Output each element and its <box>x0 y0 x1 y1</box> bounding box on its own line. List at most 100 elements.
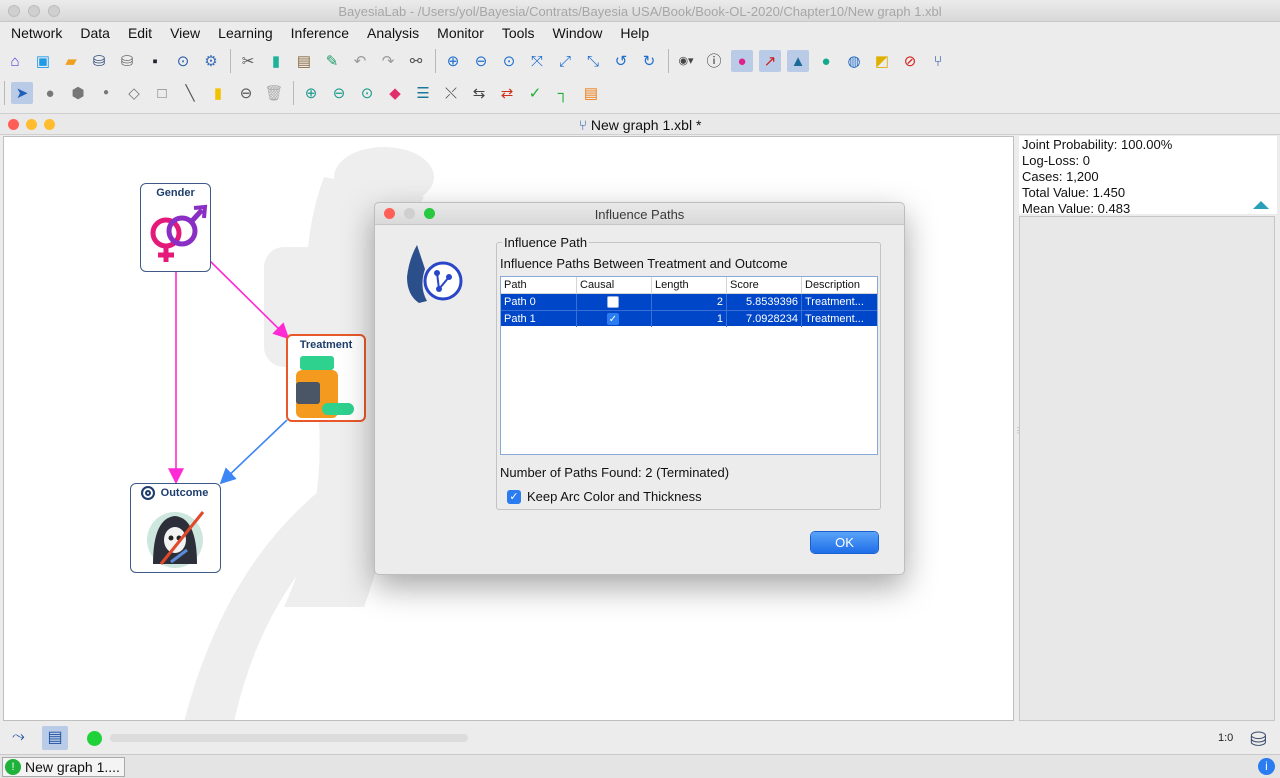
node-style-icon[interactable]: ◉▾ <box>675 50 697 72</box>
format-brush-icon[interactable]: ✎ <box>321 50 343 72</box>
column-header-causal[interactable]: Causal <box>577 277 652 294</box>
binoculars-icon[interactable]: ⚯ <box>405 50 427 72</box>
arc-gender-treatment[interactable] <box>209 260 290 340</box>
arc-icon[interactable]: ↗ <box>759 50 781 72</box>
copy-icon[interactable]: ▮ <box>265 50 287 72</box>
circle-node-icon[interactable]: ● <box>39 82 61 104</box>
keep-arc-color-option[interactable]: ✓ Keep Arc Color and Thickness <box>507 489 702 504</box>
settings-icon[interactable]: ⚙ <box>200 50 222 72</box>
fit-window-icon[interactable]: ⤧ <box>526 50 548 72</box>
report-icon[interactable]: ▤ <box>580 82 602 104</box>
rotate-right-icon[interactable]: ↻ <box>638 50 660 72</box>
image-icon[interactable]: ▲ <box>787 50 809 72</box>
target-icon <box>141 486 155 500</box>
menu-data[interactable]: Data <box>80 22 110 44</box>
redo-icon[interactable]: ↷ <box>377 50 399 72</box>
square-node-icon[interactable]: □ <box>151 82 173 104</box>
toolbar-separator <box>230 49 231 73</box>
graph-frame-titlebar: ⑂ New graph 1.xbl * <box>0 113 1280 135</box>
database-icon[interactable]: ⛁ <box>88 50 110 72</box>
cell-score: 5.8539396 <box>727 294 802 310</box>
arc-treatment-outcome[interactable] <box>219 419 288 485</box>
search-dropdown-icon[interactable]: ⊙ <box>172 50 194 72</box>
expand-icon[interactable]: ⤢ <box>554 50 576 72</box>
globe-icon[interactable]: ◍ <box>843 50 865 72</box>
corner-icon[interactable]: ┐ <box>552 82 574 104</box>
menu-window[interactable]: Window <box>553 22 603 44</box>
save-icon[interactable]: ▪ <box>144 50 166 72</box>
new-network-icon[interactable]: ▣ <box>32 50 54 72</box>
menu-help[interactable]: Help <box>620 22 649 44</box>
table-row[interactable]: Path 0 2 5.8539396 Treatment... <box>501 294 877 310</box>
taskbar-item-new-graph[interactable]: ! New graph 1.... <box>2 757 125 777</box>
menu-learning[interactable]: Learning <box>218 22 273 44</box>
ruler-icon[interactable]: ◩ <box>871 50 893 72</box>
zoom-in-icon[interactable]: ⊕ <box>442 50 464 72</box>
node-treatment[interactable]: Treatment <box>286 334 366 422</box>
note-icon[interactable]: ▮ <box>207 82 229 104</box>
pointer-icon[interactable]: ➤ <box>11 82 33 104</box>
zoom-remove-icon[interactable]: ⊖ <box>328 82 350 104</box>
zoom-select-icon[interactable]: ⊙ <box>356 82 378 104</box>
node-gender[interactable]: Gender <box>140 183 211 272</box>
paste-icon[interactable]: ▤ <box>293 50 315 72</box>
split-handle[interactable]: ⋮ <box>1014 426 1022 435</box>
edit-toolbar: ➤ ● ⬢ ● ◇ □ ╲ ▮ ⊖ 🗑 ⊕ ⊖ ⊙ ◆ ☰ ⤬ ⇆ ⇄ ✓ ┐ … <box>4 77 608 109</box>
info-icon[interactable]: ⓘ <box>703 50 725 72</box>
arc-draw-icon[interactable]: ╲ <box>179 82 201 104</box>
validation-mode-icon[interactable]: ▤ <box>42 726 68 750</box>
zoom-add-icon[interactable]: ⊕ <box>300 82 322 104</box>
home-icon[interactable]: ⌂ <box>4 50 26 72</box>
progress-bar <box>110 734 468 742</box>
column-header-description[interactable]: Description <box>802 277 877 294</box>
menu-view[interactable]: View <box>170 22 200 44</box>
hexagon-node-icon[interactable]: ⬢ <box>67 82 89 104</box>
menu-edit[interactable]: Edit <box>128 22 152 44</box>
collapse-panel-icon[interactable] <box>1253 201 1269 209</box>
graph-icon[interactable]: ⑂ <box>927 50 949 72</box>
toolbar-separator <box>4 81 5 105</box>
cut-icon[interactable]: ✂ <box>237 50 259 72</box>
column-header-score[interactable]: Score <box>727 277 802 294</box>
open-folder-icon[interactable]: ▰ <box>60 50 82 72</box>
menu-analysis[interactable]: Analysis <box>367 22 419 44</box>
column-header-path[interactable]: Path <box>501 277 577 294</box>
causal-checkbox[interactable]: ✓ <box>607 313 619 325</box>
target-node-icon[interactable]: ● <box>731 50 753 72</box>
delete-arc-icon[interactable]: ⤬ <box>440 82 462 104</box>
small-node-icon[interactable]: ● <box>95 82 117 104</box>
column-header-length[interactable]: Length <box>652 277 727 294</box>
zoom-fit-icon[interactable]: ⊙ <box>498 50 520 72</box>
cell-causal <box>577 294 652 310</box>
menu-tools[interactable]: Tools <box>502 22 535 44</box>
undo-icon[interactable]: ↶ <box>349 50 371 72</box>
no-entry-icon[interactable]: ⊘ <box>899 50 921 72</box>
trash-icon[interactable]: 🗑 <box>263 82 285 104</box>
node-outcome[interactable]: Outcome <box>130 483 221 573</box>
diamond-node-icon[interactable]: ◇ <box>123 82 145 104</box>
swap-icon[interactable]: ⇄ <box>496 82 518 104</box>
collapse-icon[interactable]: ⤡ <box>582 50 604 72</box>
eraser-icon[interactable]: ◆ <box>384 82 406 104</box>
menu-inference[interactable]: Inference <box>291 22 349 44</box>
modeling-mode-icon[interactable]: ⤳ <box>12 728 25 746</box>
causal-checkbox[interactable] <box>607 296 619 308</box>
zoom-out-icon[interactable]: ⊖ <box>470 50 492 72</box>
menu-monitor[interactable]: Monitor <box>437 22 484 44</box>
rotate-left-icon[interactable]: ↺ <box>610 50 632 72</box>
remove-icon[interactable]: ⊖ <box>235 82 257 104</box>
comment-icon[interactable]: ● <box>815 50 837 72</box>
reverse-arc-icon[interactable]: ⇆ <box>468 82 490 104</box>
database-status-icon[interactable]: ⛁ <box>1250 727 1267 752</box>
paths-table[interactable]: Path Causal Length Score Description Pat… <box>500 276 878 455</box>
menu-network[interactable]: Network <box>11 22 62 44</box>
ok-button[interactable]: OK <box>811 532 878 553</box>
database-export-icon[interactable]: ⛁ <box>116 50 138 72</box>
info-status-icon[interactable]: i <box>1258 758 1275 775</box>
table-row[interactable]: Path 1 ✓ 1 7.0928234 Treatment... <box>501 310 877 327</box>
check-icon[interactable]: ✓ <box>524 82 546 104</box>
cell-length: 1 <box>652 311 727 327</box>
keep-arc-color-checkbox[interactable]: ✓ <box>507 489 521 504</box>
cases-text: Cases: 1,200 <box>1022 169 1099 184</box>
table-icon[interactable]: ☰ <box>412 82 434 104</box>
